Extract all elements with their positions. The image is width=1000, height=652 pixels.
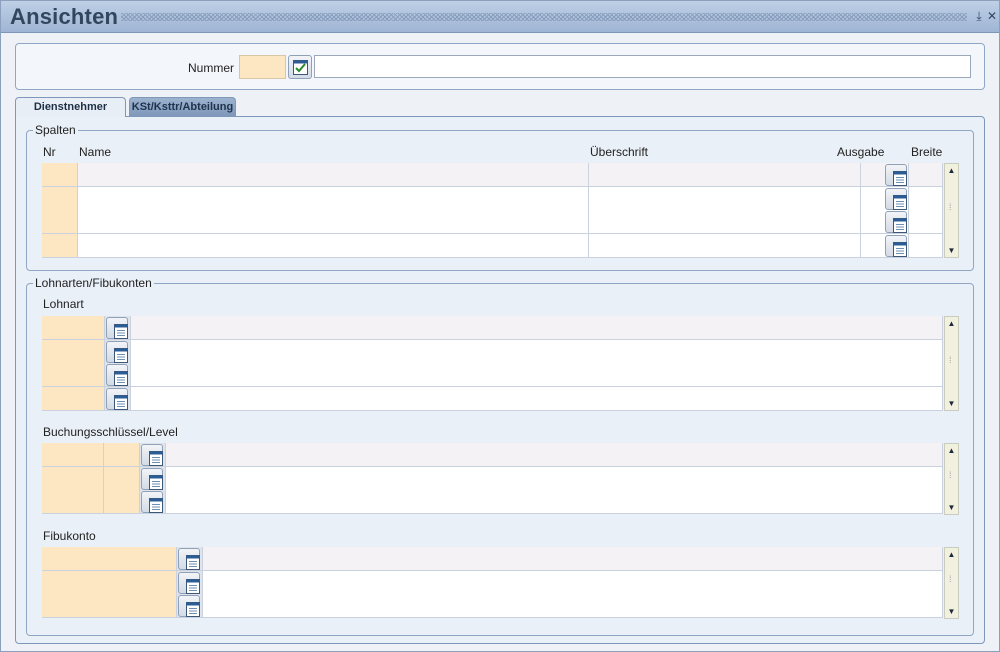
ueberschrift-cell[interactable] bbox=[589, 210, 861, 234]
scroll-down-icon[interactable]: ▼ bbox=[947, 399, 956, 408]
scroll-grip-icon[interactable]: ⁞ bbox=[949, 575, 955, 588]
fibukonto-text-cell[interactable] bbox=[203, 594, 943, 618]
nr-cell[interactable] bbox=[42, 210, 78, 234]
fibukonto-code-cell[interactable] bbox=[42, 594, 177, 618]
nummer-label: Nummer bbox=[188, 61, 235, 75]
lookup-button[interactable] bbox=[885, 234, 907, 257]
ueberschrift-cell[interactable] bbox=[589, 233, 861, 258]
fibukonto-code-cell[interactable] bbox=[42, 570, 177, 595]
lookup-button[interactable] bbox=[106, 364, 128, 386]
breite-cell[interactable] bbox=[909, 210, 943, 234]
lookup-button[interactable] bbox=[178, 548, 200, 570]
buchung-key-cell[interactable] bbox=[42, 490, 104, 514]
scroll-down-icon[interactable]: ▼ bbox=[947, 246, 956, 255]
nr-cell[interactable] bbox=[42, 163, 78, 187]
buchung-level-cell[interactable] bbox=[104, 490, 140, 514]
ansichten-window: Ansichten ⤓ ✕ Nummer Dienstnehmer KSt/Ks… bbox=[0, 0, 1000, 652]
lookup-button[interactable] bbox=[885, 211, 907, 233]
select-nummer-button[interactable] bbox=[288, 55, 312, 79]
lookup-button[interactable] bbox=[106, 387, 128, 410]
name-cell[interactable] bbox=[78, 186, 589, 211]
lohnart-code-cell[interactable] bbox=[42, 316, 105, 340]
col-header-ausgabe: Ausgabe bbox=[837, 145, 885, 159]
breite-cell[interactable] bbox=[909, 233, 943, 258]
fibukonto-text-cell[interactable] bbox=[203, 547, 943, 571]
fibukonto-text-cell[interactable] bbox=[203, 570, 943, 595]
lohnart-code-cell[interactable] bbox=[42, 339, 105, 364]
lohnart-label: Lohnart bbox=[43, 297, 84, 311]
lookup-button[interactable] bbox=[178, 595, 200, 617]
scroll-down-icon[interactable]: ▼ bbox=[947, 607, 956, 616]
buchung-text-cell[interactable] bbox=[166, 490, 943, 514]
col-header-breite: Breite bbox=[911, 145, 943, 159]
name-cell[interactable] bbox=[78, 233, 589, 258]
spalten-legend: Spalten bbox=[33, 123, 78, 137]
scroll-up-icon[interactable]: ▲ bbox=[947, 166, 956, 175]
nr-cell[interactable] bbox=[42, 233, 78, 258]
lookup-button[interactable] bbox=[106, 340, 128, 363]
title-bar: Ansichten ⤓ ✕ bbox=[1, 1, 999, 33]
lookup-button[interactable] bbox=[885, 164, 907, 186]
scroll-grip-icon[interactable]: ⁞ bbox=[949, 471, 955, 484]
scroll-grip-icon[interactable]: ⁞ bbox=[949, 203, 955, 216]
breite-cell[interactable] bbox=[909, 163, 943, 187]
scroll-up-icon[interactable]: ▲ bbox=[947, 446, 956, 455]
lookup-button[interactable] bbox=[141, 491, 163, 513]
fibukonto-label: Fibukonto bbox=[43, 529, 96, 543]
fibukonto-code-cell[interactable] bbox=[42, 547, 177, 571]
scroll-up-icon[interactable]: ▲ bbox=[947, 319, 956, 328]
ueberschrift-cell[interactable] bbox=[589, 186, 861, 211]
scroll-up-icon[interactable]: ▲ bbox=[947, 550, 956, 559]
lookup-button[interactable] bbox=[885, 187, 907, 210]
col-header-nr: Nr bbox=[43, 145, 56, 159]
lohnart-text-cell[interactable] bbox=[131, 363, 943, 387]
lohnart-text-cell[interactable] bbox=[131, 339, 943, 364]
lookup-button[interactable] bbox=[106, 317, 128, 339]
fibukonto-scrollbar[interactable]: ▲ ⁞ ▼ bbox=[944, 547, 959, 619]
description-input[interactable] bbox=[314, 55, 971, 78]
nummer-input[interactable] bbox=[239, 55, 286, 79]
lohnart-code-cell[interactable] bbox=[42, 363, 105, 387]
lohnarten-legend: Lohnarten/Fibukonten bbox=[33, 276, 154, 290]
lohnart-text-cell[interactable] bbox=[131, 316, 943, 340]
name-cell[interactable] bbox=[78, 210, 589, 234]
ueberschrift-cell[interactable] bbox=[589, 163, 861, 187]
tab-dienstnehmer[interactable]: Dienstnehmer bbox=[15, 97, 126, 117]
buchung-text-cell[interactable] bbox=[166, 466, 943, 491]
buchung-label: Buchungsschlüssel/Level bbox=[43, 425, 178, 439]
checklist-icon bbox=[293, 60, 308, 75]
breite-cell[interactable] bbox=[909, 186, 943, 211]
nummer-panel: Nummer bbox=[15, 43, 985, 90]
buchung-level-cell[interactable] bbox=[104, 443, 140, 467]
buchung-key-cell[interactable] bbox=[42, 466, 104, 491]
lookup-button[interactable] bbox=[141, 467, 163, 490]
nr-cell[interactable] bbox=[42, 186, 78, 211]
buchung-text-cell[interactable] bbox=[166, 443, 943, 467]
lookup-button[interactable] bbox=[141, 444, 163, 466]
title-bar-pattern bbox=[121, 13, 967, 21]
scroll-grip-icon[interactable]: ⁞ bbox=[949, 356, 955, 369]
minimize-icon[interactable]: ⤓ bbox=[973, 9, 985, 23]
col-header-name: Name bbox=[79, 145, 112, 159]
lohnart-code-cell[interactable] bbox=[42, 386, 105, 411]
col-header-ueberschrift: Überschrift bbox=[590, 145, 649, 159]
buchung-scrollbar[interactable]: ▲ ⁞ ▼ bbox=[944, 443, 959, 515]
lookup-button[interactable] bbox=[178, 571, 200, 594]
buchung-key-cell[interactable] bbox=[42, 443, 104, 467]
lohnart-text-cell[interactable] bbox=[131, 386, 943, 411]
spalten-group: Spalten Nr Name Überschrift Ausgabe Brei… bbox=[26, 123, 974, 271]
window-title: Ansichten bbox=[10, 4, 119, 29]
tab-kst-ksttr-abteilung[interactable]: KSt/Ksttr/Abteilung bbox=[129, 97, 236, 116]
lohnarten-group: Lohnarten/Fibukonten Lohnart ▲ ⁞ ▼ Buchu… bbox=[26, 276, 974, 636]
spalten-scrollbar[interactable]: ▲ ⁞ ▼ bbox=[944, 163, 959, 258]
close-icon[interactable]: ✕ bbox=[986, 9, 998, 23]
buchung-level-cell[interactable] bbox=[104, 466, 140, 491]
scroll-down-icon[interactable]: ▼ bbox=[947, 503, 956, 512]
lohnart-scrollbar[interactable]: ▲ ⁞ ▼ bbox=[944, 316, 959, 411]
name-cell[interactable] bbox=[78, 163, 589, 187]
tab-content: Spalten Nr Name Überschrift Ausgabe Brei… bbox=[15, 116, 985, 644]
